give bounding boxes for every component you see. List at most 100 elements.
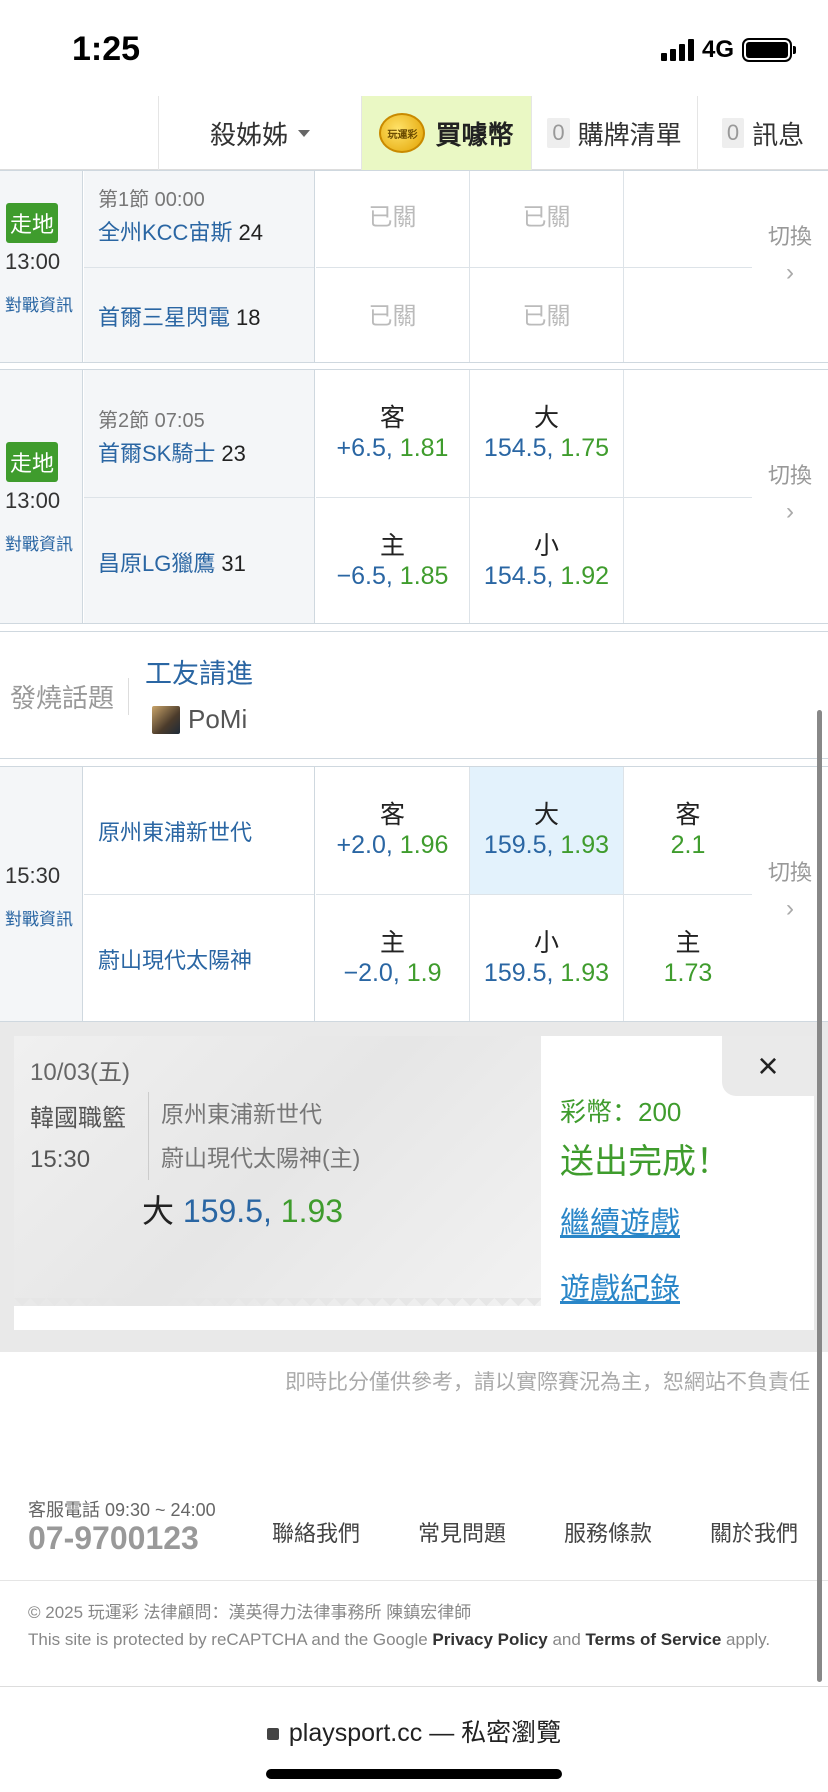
- moneyline-home-odds[interactable]: 主 1.73: [624, 894, 752, 1023]
- away-team-row: 第2節 07:05 首爾SK騎士 23: [84, 370, 314, 497]
- switch-button[interactable]: 切換 ›: [752, 370, 828, 623]
- spread-home-odds[interactable]: 主 −2.0, 1.9: [316, 894, 469, 1023]
- submit-success-message: 送出完成！: [560, 1143, 730, 1181]
- address-field[interactable]: playsport.cc — 私密瀏覽: [0, 1713, 828, 1749]
- game-time: 13:00: [5, 249, 61, 274]
- game-time: 13:00: [5, 488, 61, 513]
- service-phone[interactable]: 07-9700123: [28, 1520, 199, 1557]
- spread-away-price: 1.81: [399, 434, 449, 462]
- game-meta: 走地 13:00 對戰資訊: [0, 370, 83, 623]
- home-team[interactable]: 昌原LG獵鷹 31: [98, 546, 246, 578]
- user-menu[interactable]: 殺姊姊: [158, 96, 361, 170]
- moneyline-column: [624, 171, 753, 362]
- bet-team-home: 蔚山現代太陽神(主): [161, 1145, 361, 1171]
- browser-url-bar: playsport.cc — 私密瀏覽: [0, 1686, 828, 1792]
- spread-home-odds[interactable]: 主 −6.5, 1.85: [316, 497, 469, 625]
- footer-link-faq[interactable]: 常見問題: [418, 1516, 506, 1548]
- away-team[interactable]: 首爾SK騎士 23: [98, 436, 246, 468]
- matchup-info-link[interactable]: 對戰資訊: [5, 905, 73, 930]
- odds-closed: 已關: [368, 204, 417, 231]
- period-clock: 第1節 00:00: [98, 189, 205, 211]
- spread-away-label: 客: [379, 404, 405, 432]
- total-under-odds[interactable]: 小 154.5, 1.92: [470, 497, 623, 625]
- bet-date: 10/03(五): [30, 1059, 131, 1086]
- chevron-down-icon: [298, 129, 310, 137]
- switch-label: 切換: [767, 463, 812, 488]
- cart-label: 購牌清單: [577, 119, 682, 150]
- total-column: 大 154.5, 1.75 小 154.5, 1.92: [470, 370, 624, 623]
- empty-cell: [624, 267, 752, 364]
- recaptcha-and: and: [547, 1630, 586, 1649]
- privacy-policy-link[interactable]: Privacy Policy: [432, 1630, 547, 1649]
- spread-away-odds[interactable]: 客 +6.5, 1.81: [316, 398, 469, 463]
- total-over-odds-selected[interactable]: 大 159.5, 1.93: [470, 767, 623, 894]
- messages-label: 訊息: [752, 119, 805, 150]
- terms-of-service-link[interactable]: Terms of Service: [586, 1630, 722, 1649]
- home-team-row: 昌原LG獵鷹 31: [84, 497, 314, 625]
- total-over-odds[interactable]: 大 154.5, 1.75: [470, 398, 623, 463]
- footer-link-terms[interactable]: 服務條款: [564, 1516, 652, 1548]
- matchup-info-link[interactable]: 對戰資訊: [5, 291, 73, 316]
- matchup-info-link[interactable]: 對戰資訊: [5, 530, 73, 555]
- away-team-row: 原州東浦新世代: [84, 767, 314, 894]
- game-row: 走地 13:00 對戰資訊 第1節 00:00 全州KCC宙斯 24 首爾三星閃電…: [0, 170, 828, 363]
- game-row: 15:30 對戰資訊 原州東浦新世代 蔚山現代太陽神 客 +2.0, 1.96 …: [0, 766, 828, 1022]
- cart-button[interactable]: 0 購牌清單: [531, 96, 697, 170]
- battery-icon: [742, 38, 796, 62]
- message-count: 0: [721, 118, 745, 148]
- teams-column: 第2節 07:05 首爾SK騎士 23 昌原LG獵鷹 31: [84, 370, 315, 623]
- buy-coins-label: 買噱幣: [435, 119, 514, 150]
- continue-game-link[interactable]: 繼續遊戲: [560, 1198, 680, 1242]
- teams-column: 第1節 00:00 全州KCC宙斯 24 首爾三星閃電 18: [84, 171, 315, 362]
- close-icon[interactable]: ×: [722, 1036, 814, 1096]
- scrollbar[interactable]: [817, 710, 822, 1682]
- total-over-label: 大: [533, 404, 559, 432]
- bet-teams: 原州東浦新世代 蔚山現代太陽神(主): [148, 1092, 360, 1180]
- spread-column: 客 +2.0, 1.96 主 −2.0, 1.9: [316, 767, 470, 1021]
- bet-pick: 大 159.5, 1.93: [142, 1186, 343, 1232]
- total-under-odds[interactable]: 小 159.5, 1.93: [470, 894, 623, 1023]
- status-time: 1:25: [72, 30, 141, 68]
- footer-link-contact[interactable]: 聯絡我們: [272, 1516, 360, 1548]
- total-under-line: 159.5,: [483, 959, 554, 987]
- game-row: 走地 13:00 對戰資訊 第2節 07:05 首爾SK騎士 23 昌原LG獵鷹 3…: [0, 369, 828, 624]
- user-name: 殺姊姊: [209, 119, 288, 150]
- home-indicator[interactable]: [266, 1769, 562, 1779]
- away-team[interactable]: 原州東浦新世代: [98, 815, 252, 847]
- hot-topic-link[interactable]: 工友請進: [145, 652, 253, 691]
- away-team-name: 首爾SK騎士: [98, 441, 216, 466]
- game-history-link[interactable]: 遊戲紀錄: [560, 1264, 680, 1308]
- spread-column: 客 +6.5, 1.81 主 −6.5, 1.85: [316, 370, 470, 623]
- messages-button[interactable]: 0 訊息: [697, 96, 828, 170]
- game-meta: 15:30 對戰資訊: [0, 767, 83, 1021]
- switch-button[interactable]: 切換 ›: [752, 171, 828, 362]
- away-team[interactable]: 全州KCC宙斯 24: [98, 215, 263, 247]
- bet-confirmation-popup: 10/03(五) 韓國職籃 15:30 原州東浦新世代 蔚山現代太陽神(主) 大…: [14, 1036, 814, 1330]
- spread-away-label: 客: [379, 801, 405, 829]
- footer-link-about[interactable]: 關於我們: [710, 1516, 798, 1548]
- home-team[interactable]: 首爾三星閃電 18: [98, 300, 261, 332]
- bet-time: 15:30: [30, 1146, 91, 1173]
- score-disclaimer: 即時比分僅供參考，請以實際賽況為主，恕網站不負責任: [285, 1371, 810, 1394]
- spread-home-price: 1.85: [399, 562, 449, 590]
- spread-away-odds[interactable]: 客 +2.0, 1.96: [316, 795, 469, 860]
- game-meta: 走地 13:00 對戰資訊: [0, 171, 83, 362]
- period-clock: 第2節 07:05: [98, 410, 205, 432]
- recaptcha-apply: apply.: [721, 1630, 771, 1649]
- total-under-price: 1.92: [560, 562, 610, 590]
- chevron-right-icon: ›: [786, 498, 794, 525]
- home-team[interactable]: 蔚山現代太陽神: [98, 943, 252, 975]
- hot-topic-bar: 發燒話題 工友請進 PoMi: [0, 631, 828, 759]
- bet-league: 韓國職籃: [30, 1105, 126, 1132]
- total-column: 已關 已關: [470, 171, 624, 362]
- hot-topic-author[interactable]: PoMi: [152, 704, 247, 735]
- live-badge: 走地: [6, 203, 59, 243]
- moneyline-column: [624, 370, 753, 623]
- hot-topic-label: 發燒話題: [10, 678, 130, 715]
- moneyline-away-odds[interactable]: 客 2.1: [624, 795, 752, 860]
- total-over-line: 154.5,: [483, 434, 554, 462]
- home-team-name: 昌原LG獵鷹: [98, 551, 216, 576]
- buy-coins-button[interactable]: 玩運彩 買噱幣: [361, 96, 531, 170]
- ticket-zigzag-edge: [14, 1298, 541, 1314]
- home-team-row: 首爾三星閃電 18: [84, 267, 314, 363]
